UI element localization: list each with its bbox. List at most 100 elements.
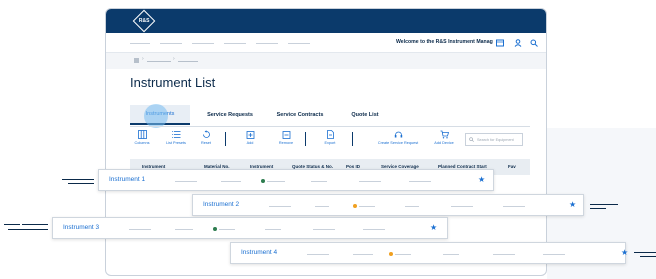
cell-placeholder <box>409 181 431 182</box>
cell-placeholder <box>315 206 329 207</box>
nav-item[interactable] <box>256 43 278 44</box>
nav-item[interactable] <box>130 43 150 44</box>
decorative-line <box>4 224 20 225</box>
column-header[interactable]: Fav <box>508 164 516 169</box>
instrument-name[interactable]: Instrument 3 <box>63 224 99 231</box>
nav-item[interactable] <box>288 43 310 44</box>
cell-placeholder <box>493 254 515 255</box>
cell-placeholder <box>363 229 385 230</box>
decorative-line <box>590 208 606 209</box>
status-dot <box>389 252 393 256</box>
toolbar-divider <box>305 132 306 146</box>
breadcrumb-separator: › <box>142 56 144 62</box>
tab-service-requests[interactable]: Service Requests <box>200 105 260 125</box>
reset-button[interactable]: Reset <box>186 130 226 145</box>
remove-icon <box>282 131 290 139</box>
remove-button[interactable]: Remove <box>266 130 306 145</box>
status-dot <box>213 227 217 231</box>
nav-item[interactable] <box>224 43 246 44</box>
decorative-line <box>22 224 48 225</box>
welcome-text: Welcome to the R&S Instrument Manag <box>396 39 493 45</box>
cell-placeholder <box>219 229 235 230</box>
star-icon[interactable]: ★ <box>569 201 576 209</box>
create-service-request-button[interactable]: Create Service Request <box>372 130 424 145</box>
star-icon[interactable]: ★ <box>430 224 437 232</box>
top-bar: R&S <box>106 9 546 33</box>
star-icon[interactable]: ★ <box>478 176 485 184</box>
export-button[interactable]: Export <box>310 130 350 145</box>
header-nav: Welcome to the R&S Instrument Manag <box>106 33 546 53</box>
nav-item[interactable] <box>192 43 214 44</box>
decorative-line <box>62 179 94 180</box>
instrument-row[interactable]: Instrument 4 ★ <box>230 242 628 264</box>
add-label: Add <box>246 141 254 145</box>
toolbar-divider <box>352 132 353 146</box>
search-placeholder: Search for Equipment <box>477 137 514 142</box>
create-service-request-label: Create Service Request <box>377 141 419 145</box>
cell-placeholder <box>405 206 419 207</box>
cell-placeholder <box>359 206 375 207</box>
cell-placeholder <box>503 206 525 207</box>
decorative-line <box>8 229 48 230</box>
cell-placeholder <box>221 181 241 182</box>
decorative-line <box>68 183 94 184</box>
add-icon <box>246 131 254 139</box>
cell-placeholder <box>269 206 291 207</box>
decorative-line <box>640 256 656 257</box>
cell-placeholder <box>307 254 329 255</box>
tab-service-contracts[interactable]: Service Contracts <box>270 105 330 125</box>
instrument-name[interactable]: Instrument 1 <box>109 176 145 183</box>
cell-placeholder <box>267 181 285 182</box>
breadcrumb: › › <box>106 53 546 69</box>
instrument-row[interactable]: Instrument 3 ★ <box>52 217 448 239</box>
notifications-icon[interactable] <box>496 39 504 47</box>
breadcrumb-item <box>178 61 198 62</box>
columns-icon <box>137 130 147 139</box>
reset-label: Reset <box>201 141 211 145</box>
breadcrumb-separator: › <box>173 56 175 62</box>
cell-placeholder <box>313 229 335 230</box>
status-dot <box>353 204 357 208</box>
tab-quote-list[interactable]: Quote List <box>340 105 390 125</box>
cell-placeholder <box>175 229 193 230</box>
decorative-line <box>634 252 656 253</box>
decorative-line <box>590 204 618 205</box>
search-icon[interactable] <box>530 39 538 47</box>
instrument-row[interactable]: Instrument 2 ★ <box>192 194 584 216</box>
cell-placeholder <box>175 181 197 182</box>
cell-placeholder <box>359 181 381 182</box>
remove-label: Remove <box>278 141 294 145</box>
export-label: Export <box>324 141 336 145</box>
export-icon <box>326 130 334 139</box>
page-title: Instrument List <box>130 75 216 90</box>
add-device-button[interactable]: Add Device <box>424 130 464 145</box>
instrument-row[interactable]: Instrument 1 ★ <box>98 169 494 191</box>
user-icon[interactable] <box>514 39 522 47</box>
add-device-label: Add Device <box>434 141 454 145</box>
cell-placeholder <box>265 229 281 230</box>
nav-item[interactable] <box>160 43 182 44</box>
home-icon[interactable] <box>134 58 139 63</box>
search-icon <box>469 137 474 142</box>
cell-placeholder <box>451 206 473 207</box>
logo-icon[interactable]: R&S <box>132 9 156 33</box>
equipment-search-input[interactable]: Search for Equipment <box>465 133 523 146</box>
instrument-name[interactable]: Instrument 4 <box>241 249 277 256</box>
status-dot <box>261 179 265 183</box>
breadcrumb-item[interactable] <box>147 61 171 62</box>
cell-placeholder <box>395 254 411 255</box>
toolbar-divider <box>225 132 226 146</box>
list-presets-icon <box>171 131 180 138</box>
add-button[interactable]: Add <box>230 130 270 145</box>
toolbar: Columns List Presets Reset Add Remove Ex… <box>130 126 530 154</box>
click-ripple <box>144 104 168 128</box>
cell-placeholder <box>353 254 373 255</box>
cell-placeholder <box>129 229 151 230</box>
cell-placeholder <box>443 254 459 255</box>
star-icon[interactable]: ★ <box>621 249 628 257</box>
reset-icon <box>202 130 210 138</box>
cell-placeholder <box>311 181 327 182</box>
cell-placeholder <box>543 254 565 255</box>
instrument-name[interactable]: Instrument 2 <box>203 201 239 208</box>
create-service-request-icon <box>394 131 402 138</box>
